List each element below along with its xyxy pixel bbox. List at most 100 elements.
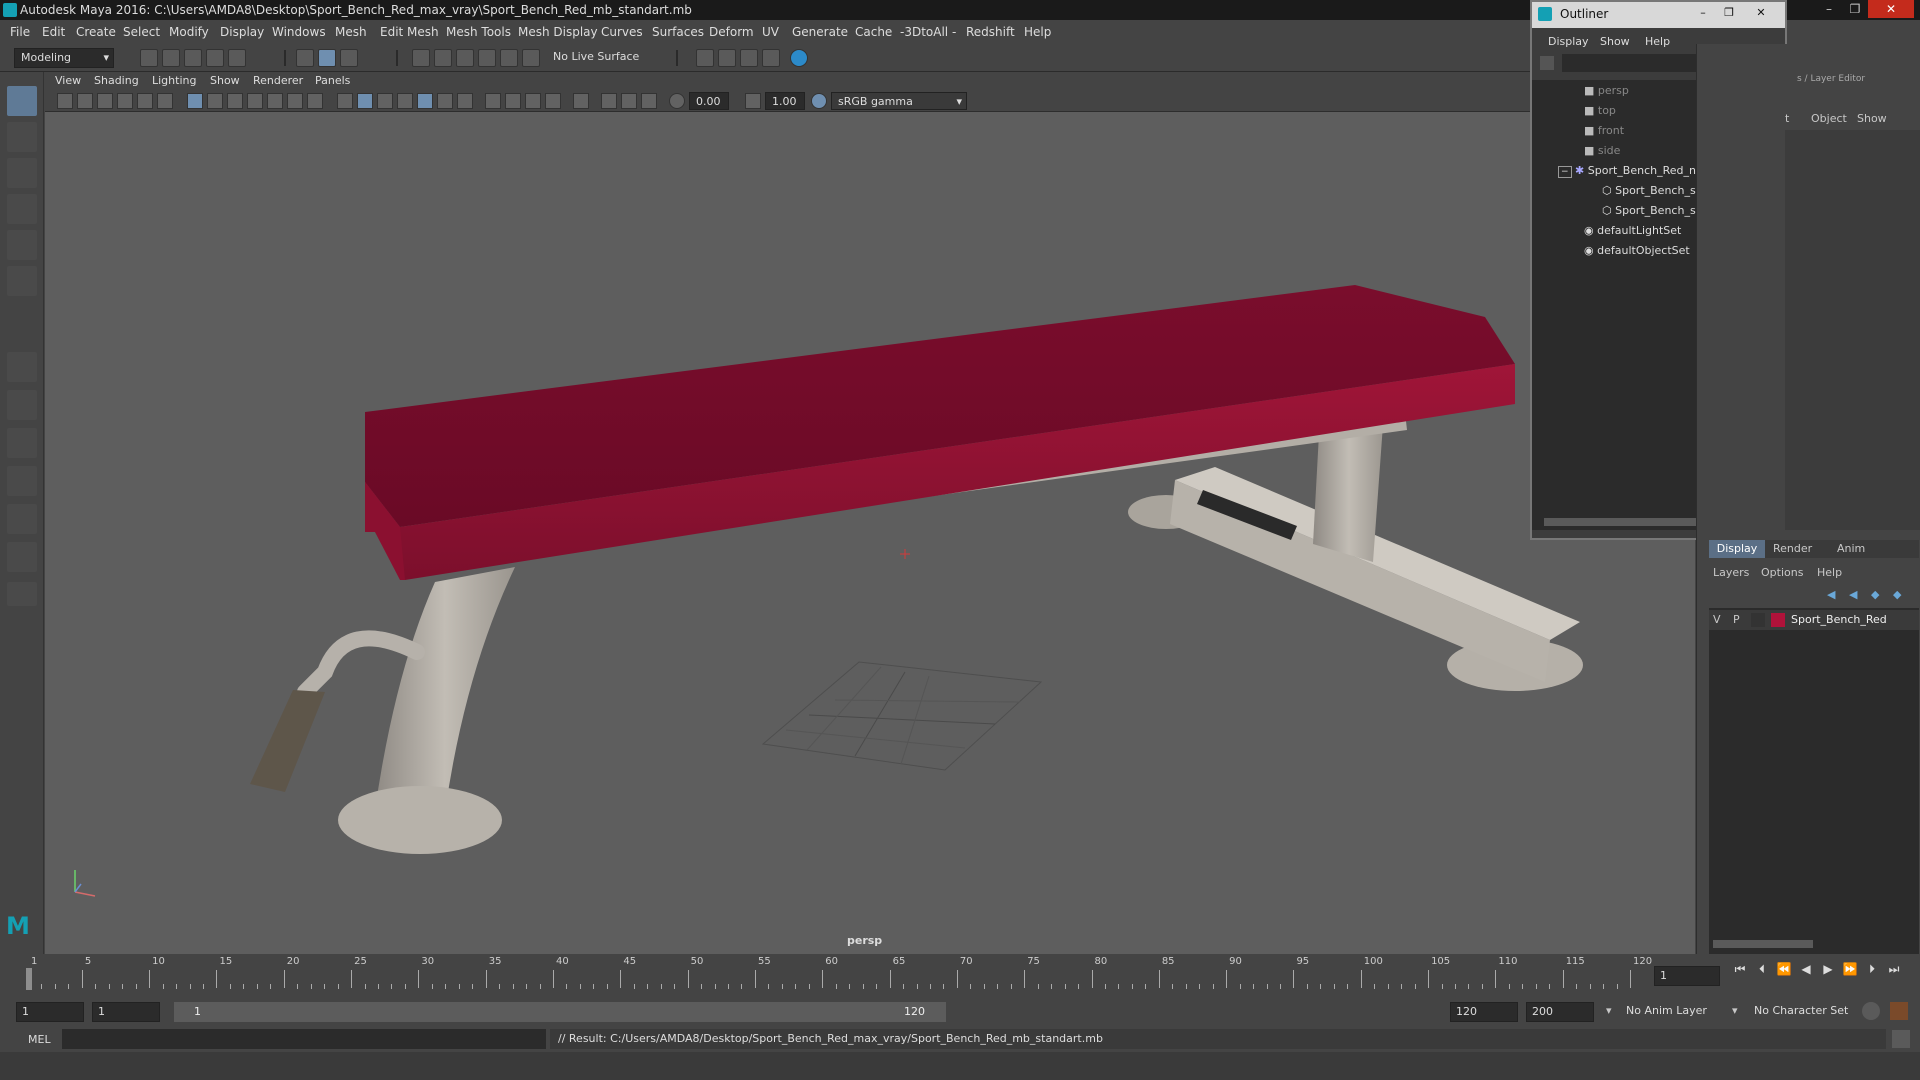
isolate-select-icon[interactable] — [573, 93, 589, 109]
play-forwards-icon[interactable]: ▶ — [1820, 961, 1836, 977]
wireframe-on-shaded-icon[interactable] — [397, 93, 413, 109]
snap-grid-icon[interactable] — [412, 49, 430, 67]
select-camera-icon[interactable] — [57, 93, 73, 109]
playback-end-field[interactable]: 120 — [1450, 1002, 1518, 1022]
layer-menu-help[interactable]: Help — [1817, 566, 1842, 579]
chevron-down-icon[interactable]: ▾ — [1732, 1004, 1738, 1017]
new-layer-selected-icon[interactable]: ◆ — [1893, 588, 1901, 601]
time-slider[interactable]: 1 5 10 15 20 25 30 35 40 45 50 55 60 65 70 75 80 85 90 95 10… — [0, 954, 1920, 998]
step-forward-key-icon[interactable]: ⏩ — [1842, 961, 1858, 977]
menu-deform[interactable]: Deform — [709, 25, 754, 39]
default-material-icon[interactable] — [377, 93, 393, 109]
outliner-menu-help[interactable]: Help — [1645, 35, 1670, 48]
go-to-end-icon[interactable]: ⏭ — [1886, 961, 1902, 977]
use-lights-icon[interactable] — [437, 93, 453, 109]
channel-menu-edit[interactable]: t — [1785, 112, 1789, 125]
resolution-gate-icon[interactable] — [227, 93, 243, 109]
image-plane-icon[interactable] — [117, 93, 133, 109]
snap-magnet-icon[interactable] — [522, 49, 540, 67]
channel-menu-show[interactable]: Show — [1857, 112, 1887, 125]
render-frame-icon[interactable] — [696, 49, 714, 67]
menu-generate[interactable]: Generate — [792, 25, 848, 39]
depth-of-field-icon[interactable] — [545, 93, 561, 109]
two-pane-icon[interactable] — [7, 428, 37, 458]
menu-mesh[interactable]: Mesh — [335, 25, 367, 39]
gate-mask-icon[interactable] — [247, 93, 263, 109]
current-frame-field[interactable]: 1 — [1654, 966, 1720, 986]
layer-name[interactable]: Sport_Bench_Red — [1791, 613, 1887, 626]
auto-key-icon[interactable] — [1862, 1002, 1880, 1020]
menu-create[interactable]: Create — [76, 25, 116, 39]
scene-end-field[interactable]: 200 — [1526, 1002, 1594, 1022]
select-component-icon[interactable] — [340, 49, 358, 67]
layer-display-type[interactable] — [1751, 613, 1765, 627]
exposure-icon[interactable] — [669, 93, 685, 109]
viewport-menu-view[interactable]: View — [55, 74, 81, 87]
new-scene-icon[interactable] — [140, 49, 158, 67]
gamma-field[interactable]: 1.00 — [765, 92, 805, 110]
menu-curves[interactable]: Curves — [601, 25, 643, 39]
live-surface-label[interactable]: No Live Surface — [553, 50, 639, 63]
anim-layer-dropdown[interactable]: No Anim Layer — [1626, 1004, 1707, 1017]
menu-windows[interactable]: Windows — [272, 25, 326, 39]
go-to-start-icon[interactable]: ⏮ — [1732, 961, 1748, 977]
lasso-tool-icon[interactable] — [7, 122, 37, 152]
viewport-menu-show[interactable]: Show — [210, 74, 240, 87]
tab-anim[interactable]: Anim — [1837, 542, 1865, 555]
close-icon[interactable]: ✕ — [1750, 6, 1772, 22]
safe-action-icon[interactable] — [287, 93, 303, 109]
menu-help[interactable]: Help — [1024, 25, 1051, 39]
viewport-menu-shading[interactable]: Shading — [94, 74, 139, 87]
current-time-indicator[interactable] — [26, 968, 32, 990]
menu-3dtoall[interactable]: -3DtoAll - — [900, 25, 956, 39]
menu-surfaces[interactable]: Surfaces — [652, 25, 704, 39]
wireframe-icon[interactable] — [337, 93, 353, 109]
preferences-icon[interactable] — [1890, 1002, 1908, 1020]
gamma-icon[interactable] — [745, 93, 761, 109]
minimize-icon[interactable]: – — [1692, 6, 1714, 22]
field-chart-icon[interactable] — [267, 93, 283, 109]
tab-display[interactable]: Display — [1709, 540, 1765, 558]
select-hierarchy-icon[interactable] — [296, 49, 314, 67]
move-layer-up-icon[interactable]: ◀ — [1827, 588, 1835, 601]
hypershade-layout-icon[interactable] — [7, 542, 37, 572]
textured-icon[interactable] — [417, 93, 433, 109]
tree-item-set[interactable]: ◉ defaultObjectSet — [1584, 244, 1690, 257]
menu-display[interactable]: Display — [220, 25, 264, 39]
persp-graph-layout-icon[interactable] — [7, 504, 37, 534]
outliner-layout-icon[interactable] — [7, 466, 37, 496]
menu-redshift[interactable]: Redshift — [966, 25, 1015, 39]
snap-view-icon[interactable] — [478, 49, 496, 67]
menu-cache[interactable]: Cache — [855, 25, 892, 39]
layer-color-swatch[interactable] — [1771, 613, 1785, 627]
color-management-icon[interactable] — [811, 93, 827, 109]
step-forward-frame-icon[interactable]: ⏵ — [1864, 961, 1880, 977]
tree-item-camera[interactable]: ■ side — [1584, 144, 1620, 157]
viewport-menu-lighting[interactable]: Lighting — [152, 74, 196, 87]
command-input[interactable] — [62, 1029, 546, 1049]
menu-select[interactable]: Select — [123, 25, 160, 39]
step-back-key-icon[interactable]: ⏪ — [1776, 961, 1792, 977]
grease-pencil-icon[interactable] — [157, 93, 173, 109]
scene-render[interactable] — [45, 112, 1695, 932]
single-pane-icon[interactable] — [7, 352, 37, 382]
four-pane-icon[interactable] — [7, 390, 37, 420]
rotate-tool-icon[interactable] — [7, 230, 37, 260]
playback-start-field[interactable]: 1 — [92, 1002, 160, 1022]
menu-edit[interactable]: Edit — [42, 25, 65, 39]
redo-icon[interactable] — [228, 49, 246, 67]
safe-title-icon[interactable] — [307, 93, 323, 109]
menu-file[interactable]: File — [10, 25, 30, 39]
tree-item-camera[interactable]: ■ persp — [1584, 84, 1629, 97]
play-backwards-icon[interactable]: ◀ — [1798, 961, 1814, 977]
outliner-menu-display[interactable]: Display — [1548, 35, 1589, 48]
scene-start-field[interactable]: 1 — [16, 1002, 84, 1022]
layer-row[interactable]: V P Sport_Bench_Red — [1709, 610, 1919, 630]
minimize-icon[interactable]: – — [1816, 0, 1842, 18]
xray-components-icon[interactable] — [641, 93, 657, 109]
time-slider-track[interactable]: 1 5 10 15 20 25 30 35 40 45 50 55 60 65 70 75 80 85 90 95 10… — [26, 954, 1652, 998]
script-language-toggle[interactable]: MEL — [28, 1033, 51, 1046]
more-layouts-icon[interactable] — [7, 582, 37, 606]
shadows-icon[interactable] — [457, 93, 473, 109]
maximize-icon[interactable]: ❐ — [1842, 0, 1868, 18]
